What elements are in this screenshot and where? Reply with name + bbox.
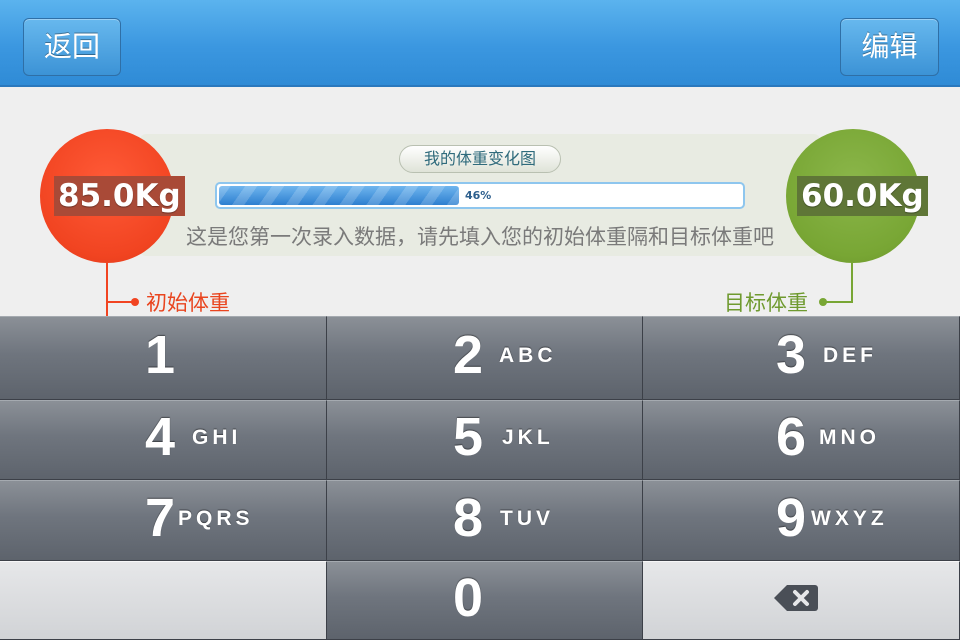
backspace-icon [774,585,818,611]
target-weight-dot [819,298,827,306]
initial-weight-value: 85.0Kg [54,176,185,216]
initial-weight-connector [106,262,108,318]
key-9[interactable]: 9 WXYZ [643,480,960,561]
back-button[interactable]: 返回 [23,18,121,76]
key-letters: ABC [499,344,557,367]
target-weight-label: 目标体重 [724,291,808,315]
first-entry-hint: 这是您第一次录入数据，请先填入您的初始体重隔和目标体重吧 [186,225,774,249]
key-3[interactable]: 3 DEF [643,316,960,400]
key-digit: 5 [453,407,484,467]
delete-key[interactable] [643,561,960,640]
numeric-keypad: 1 2 ABC 3 DEF 4 GHI 5 JKL 6 MNO 7 PQRS 8… [0,316,960,640]
key-letters: PQRS [178,507,254,530]
key-6[interactable]: 6 MNO [643,400,960,480]
target-weight-connector [851,262,853,303]
key-letters: DEF [823,344,877,367]
edit-button[interactable]: 编辑 [840,18,939,76]
key-1[interactable]: 1 [0,316,327,400]
key-digit: 1 [145,325,176,385]
key-digit: 3 [776,325,807,385]
chart-title: 我的体重变化图 [399,145,561,173]
initial-weight-circle[interactable]: 85.0Kg [40,129,185,263]
key-digit: 2 [453,325,484,385]
target-weight-connector-horizontal [825,301,853,303]
target-weight-circle[interactable]: 60.0Kg [786,129,928,263]
key-2[interactable]: 2 ABC [327,316,643,400]
progress-fill [219,186,459,205]
initial-weight-connector-horizontal [106,301,134,303]
key-digit: 4 [145,407,176,467]
key-digit: 7 [145,488,176,548]
initial-weight-label: 初始体重 [146,291,230,315]
weight-progress-bar: 46% [215,182,745,209]
key-letters: TUV [500,507,554,530]
key-5[interactable]: 5 JKL [327,400,643,480]
target-weight-value: 60.0Kg [797,176,928,216]
key-digit: 0 [453,568,484,628]
key-letters: GHI [192,426,242,449]
progress-percent: 46% [465,189,492,202]
key-digit: 9 [776,488,807,548]
key-7[interactable]: 7 PQRS [0,480,327,561]
top-navigation-bar: 返回 编辑 [0,0,960,87]
key-letters: WXYZ [811,507,888,530]
key-blank [0,561,327,640]
key-letters: MNO [819,426,880,449]
key-0[interactable]: 0 [327,561,643,640]
key-8[interactable]: 8 TUV [327,480,643,561]
key-digit: 6 [776,407,807,467]
key-digit: 8 [453,488,484,548]
key-4[interactable]: 4 GHI [0,400,327,480]
initial-weight-dot [131,298,139,306]
key-letters: JKL [502,426,554,449]
